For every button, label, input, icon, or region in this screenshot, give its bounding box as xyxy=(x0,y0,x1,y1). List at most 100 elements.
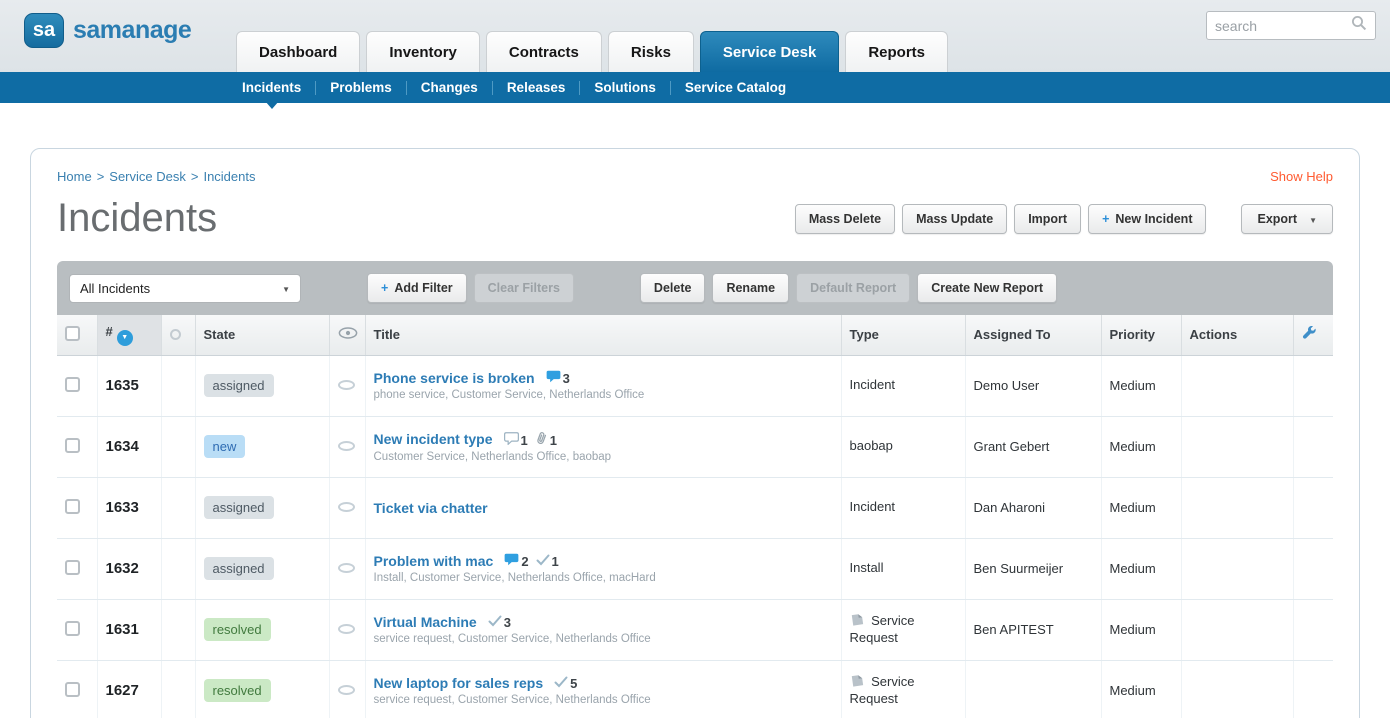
incident-title-link[interactable]: Problem with mac xyxy=(374,553,494,569)
watch-oval-icon[interactable] xyxy=(338,502,355,512)
header-id[interactable]: # xyxy=(97,315,161,355)
breadcrumb-separator: > xyxy=(97,169,105,184)
table-row: 1635 assigned Phone service is broken 3 … xyxy=(57,355,1333,416)
row-checkbox[interactable] xyxy=(65,682,80,697)
title-icons: 5 xyxy=(547,676,577,691)
filter-toolbar: All Incidents + Add Filter Clear Filters… xyxy=(57,261,1333,315)
tab-risks[interactable]: Risks xyxy=(608,31,694,72)
watch-oval-icon[interactable] xyxy=(338,441,355,451)
settings-cell xyxy=(1293,660,1333,718)
incident-title-link[interactable]: New laptop for sales reps xyxy=(374,675,544,691)
assigned-to: Demo User xyxy=(965,355,1101,416)
mass-update-button[interactable]: Mass Update xyxy=(902,204,1007,234)
breadcrumb-separator: > xyxy=(191,169,199,184)
incident-id: 1634 xyxy=(106,438,139,455)
import-button[interactable]: Import xyxy=(1014,204,1081,234)
header-watch[interactable] xyxy=(329,315,365,355)
subnav-separator xyxy=(670,81,671,95)
header-type[interactable]: Type xyxy=(841,315,965,355)
brand-logo[interactable]: sa samanage xyxy=(24,13,191,48)
create-new-report-button[interactable]: Create New Report xyxy=(917,273,1057,303)
status-dot-cell xyxy=(161,477,195,538)
incident-title-link[interactable]: New incident type xyxy=(374,431,493,447)
title-icons: 11 xyxy=(497,431,557,448)
incident-title-link[interactable]: Phone service is broken xyxy=(374,370,535,386)
mass-delete-button[interactable]: Mass Delete xyxy=(795,204,895,234)
header-select-all[interactable] xyxy=(57,315,97,355)
tab-inventory[interactable]: Inventory xyxy=(366,31,480,72)
priority: Medium xyxy=(1101,355,1181,416)
show-help-link[interactable]: Show Help xyxy=(1270,169,1333,184)
priority: Medium xyxy=(1101,599,1181,660)
watch-oval-icon[interactable] xyxy=(338,624,355,634)
subnav-item-problems[interactable]: Problems xyxy=(330,80,392,95)
samanage-logo-icon: sa xyxy=(24,13,64,48)
incident-title-link[interactable]: Ticket via chatter xyxy=(374,500,488,516)
row-checkbox[interactable] xyxy=(65,499,80,514)
add-filter-button[interactable]: + Add Filter xyxy=(367,273,467,303)
row-checkbox[interactable] xyxy=(65,377,80,392)
search-input[interactable] xyxy=(1215,18,1351,34)
breadcrumb-link[interactable]: Service Desk xyxy=(109,169,186,184)
subnav-item-releases[interactable]: Releases xyxy=(507,80,566,95)
search-box[interactable] xyxy=(1206,11,1376,40)
incident-tags: Install, Customer Service, Netherlands O… xyxy=(374,572,833,584)
header-assigned-to[interactable]: Assigned To xyxy=(965,315,1101,355)
status-dot-cell xyxy=(161,538,195,599)
icon-count: 1 xyxy=(552,554,559,569)
incident-type: Service Request xyxy=(850,613,932,646)
breadcrumb-link[interactable]: Home xyxy=(57,169,92,184)
export-button[interactable]: Export xyxy=(1241,204,1333,234)
select-all-checkbox[interactable] xyxy=(65,326,80,341)
tab-contracts[interactable]: Contracts xyxy=(486,31,602,72)
incident-id: 1627 xyxy=(106,682,139,699)
circle-icon xyxy=(170,329,181,340)
incidents-table: # State Title Type Assigned To Priority … xyxy=(57,315,1333,718)
brand-name: samanage xyxy=(73,16,191,45)
new-incident-button[interactable]: + New Incident xyxy=(1088,204,1206,234)
sort-desc-icon[interactable] xyxy=(117,330,133,346)
row-checkbox[interactable] xyxy=(65,560,80,575)
breadcrumb-link[interactable]: Incidents xyxy=(203,169,255,184)
assigned-to xyxy=(965,660,1101,718)
priority: Medium xyxy=(1101,538,1181,599)
clear-filters-button[interactable]: Clear Filters xyxy=(474,273,574,303)
rename-button[interactable]: Rename xyxy=(712,273,789,303)
default-report-button[interactable]: Default Report xyxy=(796,273,910,303)
state-badge: assigned xyxy=(204,374,274,397)
row-checkbox[interactable] xyxy=(65,438,80,453)
delete-button[interactable]: Delete xyxy=(640,273,706,303)
watch-oval-icon[interactable] xyxy=(338,563,355,573)
icon-count: 5 xyxy=(570,676,577,691)
subnav-item-solutions[interactable]: Solutions xyxy=(594,80,656,95)
header-settings[interactable] xyxy=(1293,315,1333,355)
subnav-item-incidents[interactable]: Incidents xyxy=(242,80,301,95)
top-header: sa samanage DashboardInventoryContractsR… xyxy=(0,0,1390,72)
watch-oval-icon[interactable] xyxy=(338,685,355,695)
search-icon[interactable] xyxy=(1351,15,1367,36)
paperclip-icon xyxy=(535,431,548,445)
tab-dashboard[interactable]: Dashboard xyxy=(236,31,360,72)
subnav-item-service-catalog[interactable]: Service Catalog xyxy=(685,80,786,95)
status-dot-cell xyxy=(161,416,195,477)
subnav-separator xyxy=(406,81,407,95)
incident-id: 1635 xyxy=(106,377,139,394)
tab-service-desk[interactable]: Service Desk xyxy=(700,31,839,72)
incident-type: Install xyxy=(850,560,884,576)
service-request-icon xyxy=(850,613,868,628)
tab-reports[interactable]: Reports xyxy=(845,31,948,72)
watch-oval-icon[interactable] xyxy=(338,380,355,390)
state-badge: assigned xyxy=(204,557,274,580)
filter-select[interactable]: All Incidents xyxy=(69,274,301,303)
header-state[interactable]: State xyxy=(195,315,329,355)
settings-cell xyxy=(1293,599,1333,660)
header-title[interactable]: Title xyxy=(365,315,841,355)
actions-cell xyxy=(1181,538,1293,599)
row-checkbox[interactable] xyxy=(65,621,80,636)
incident-title-link[interactable]: Virtual Machine xyxy=(374,614,477,630)
header-status-dot[interactable] xyxy=(161,315,195,355)
header-priority[interactable]: Priority xyxy=(1101,315,1181,355)
filter-select-value: All Incidents xyxy=(80,281,282,296)
wrench-icon[interactable] xyxy=(1302,326,1317,341)
subnav-item-changes[interactable]: Changes xyxy=(421,80,478,95)
